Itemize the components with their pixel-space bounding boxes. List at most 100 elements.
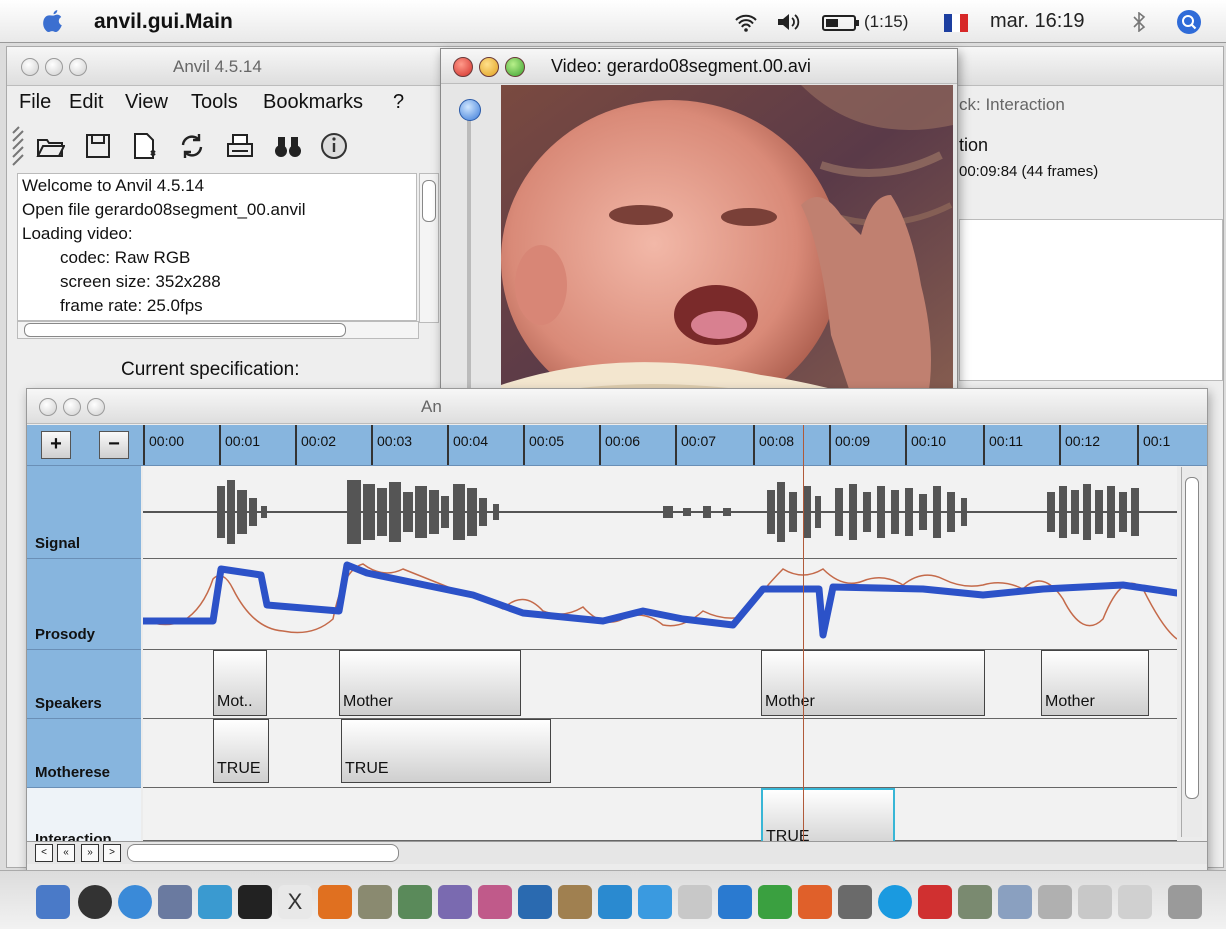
video-zoom-button[interactable] [505,57,525,77]
app-icon[interactable] [678,885,712,919]
app-icon[interactable] [478,885,512,919]
nav-prev-button[interactable]: < [35,844,53,862]
excel-icon[interactable] [758,885,792,919]
motherese-element[interactable]: TRUE [213,719,269,783]
interaction-track[interactable]: TRUE [143,788,1177,852]
save-icon[interactable] [83,131,113,161]
wifi-icon[interactable] [734,14,758,32]
timeline-ruler[interactable]: + − 00:00 00:01 00:02 00:03 00:04 00:05 … [27,425,1207,466]
matlab-icon[interactable] [318,885,352,919]
zoom-button[interactable] [69,58,87,76]
track-label-speakers[interactable]: Speakers [27,650,141,719]
x11-icon[interactable]: X [278,885,312,919]
battery-icon[interactable] [822,14,860,32]
playback-cursor[interactable] [803,425,804,845]
video-window-titlebar[interactable]: Video: gerardo08segment.00.avi [441,49,957,84]
log-hscroll-thumb[interactable] [24,323,346,337]
motherese-track[interactable]: TRUE TRUE [143,719,1177,788]
motherese-element[interactable]: TRUE [341,719,551,783]
powerpoint-icon[interactable] [798,885,832,919]
app-icon[interactable] [1118,885,1152,919]
skype-icon[interactable] [878,885,912,919]
video-window-title: Video: gerardo08segment.00.avi [551,56,811,76]
menu-edit[interactable]: Edit [69,91,103,114]
waveform [143,480,1177,544]
track-window-titlebar[interactable]: An [27,389,1207,424]
app-icon[interactable] [558,885,592,919]
dashboard-icon[interactable] [78,885,112,919]
video-close-button[interactable] [453,57,473,77]
word-icon[interactable] [718,885,752,919]
menu-view[interactable]: View [125,91,168,114]
minimize-button[interactable] [45,58,63,76]
mail-icon[interactable] [158,885,192,919]
itunes-icon[interactable] [598,885,632,919]
menu-tools[interactable]: Tools [191,91,238,114]
acrobat-icon[interactable] [918,885,952,919]
volume-slider[interactable] [459,99,481,419]
timeline-tick: 00:10 [905,425,946,465]
open-folder-icon[interactable] [35,131,65,161]
prosody-track[interactable] [139,559,1181,650]
track-vertical-scrollbar[interactable] [1181,467,1202,837]
print-icon[interactable] [225,131,255,161]
info-icon[interactable] [319,131,349,161]
nav-rewind-button[interactable]: « [57,844,75,862]
finder-icon[interactable] [36,885,70,919]
speakers-track[interactable]: Mot.. Mother Mother Mother [143,650,1177,719]
track-minimize-button[interactable] [63,398,81,416]
app-icon[interactable] [1038,885,1072,919]
nav-next-button[interactable]: > [103,844,121,862]
apple-icon[interactable] [40,8,66,34]
slider-knob[interactable] [459,99,481,121]
speaker-element[interactable]: Mother [339,650,521,716]
trash-icon[interactable] [1168,885,1202,919]
volume-icon[interactable] [776,12,802,32]
track-label-prosody[interactable]: Prosody [27,559,141,650]
track-close-button[interactable] [39,398,57,416]
editor-icon[interactable] [398,885,432,919]
app-icon[interactable] [998,885,1032,919]
close-button[interactable] [21,58,39,76]
menu-help[interactable]: ? [393,91,404,114]
track-zoom-button[interactable] [87,398,105,416]
speaker-element[interactable]: Mother [761,650,985,716]
pen-icon[interactable] [438,885,472,919]
menu-bookmarks[interactable]: Bookmarks [263,91,363,114]
zoom-out-button[interactable]: − [99,431,129,459]
app-icon[interactable] [838,885,872,919]
terminal-icon[interactable] [238,885,272,919]
speaker-element[interactable]: Mot.. [213,650,267,716]
speaker-element[interactable]: Mother [1041,650,1149,716]
log-horizontal-scrollbar[interactable] [17,321,419,339]
ichat-icon[interactable] [198,885,232,919]
menubar-clock[interactable]: mar. 16:19 [990,10,1085,33]
bluetooth-icon[interactable] [1132,12,1146,32]
nav-forward-button[interactable]: » [81,844,99,862]
french-flag-icon[interactable] [944,14,968,32]
track-scroll-thumb[interactable] [1185,477,1199,799]
new-document-icon[interactable] [129,131,159,161]
spotlight-icon[interactable] [1176,9,1202,35]
zoom-in-button[interactable]: + [41,431,71,459]
track-label-signal[interactable]: Signal [27,466,141,559]
log-scroll-thumb[interactable] [422,180,436,222]
binoculars-icon[interactable] [273,131,303,161]
safari-icon[interactable] [118,885,152,919]
app-icon[interactable] [518,885,552,919]
quicktime-icon[interactable] [638,885,672,919]
video-frame[interactable] [501,85,953,425]
video-minimize-button[interactable] [479,57,499,77]
refresh-icon[interactable] [177,131,207,161]
app-icon[interactable] [1078,885,1112,919]
log-vertical-scrollbar[interactable] [419,173,439,323]
menu-file[interactable]: File [19,91,51,114]
track-label-motherese[interactable]: Motherese [27,719,141,788]
signal-track[interactable] [143,466,1177,559]
active-app-name[interactable]: anvil.gui.Main [94,10,233,34]
app-icon[interactable] [958,885,992,919]
tex-icon[interactable] [358,885,392,919]
navigation-bar: < « » > [27,841,1207,864]
timeline-scroll-thumb[interactable] [127,844,399,862]
toolbar-grip-icon[interactable] [11,125,25,167]
